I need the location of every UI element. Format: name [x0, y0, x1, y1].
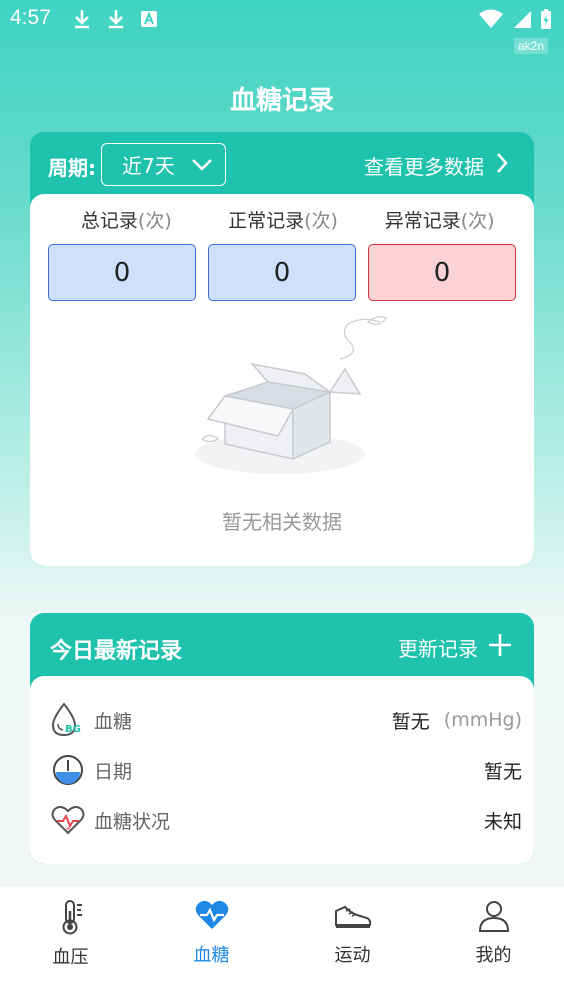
period-dropdown[interactable]: 近7天: [101, 143, 226, 186]
tab-label-blood-glucose: 血糖: [193, 945, 230, 966]
blood-drop-bg-icon: BG: [50, 702, 86, 738]
tab-blood-pressure[interactable]: 血压: [0, 887, 141, 1004]
record-value-glucose: 暂无: [391, 710, 430, 733]
record-label-status: 血糖状况: [94, 810, 171, 833]
heartbeat-icon: [195, 899, 229, 937]
view-more-link[interactable]: 查看更多数据: [364, 151, 508, 180]
sneaker-icon: [333, 899, 373, 937]
tab-mine[interactable]: 我的: [423, 887, 564, 1004]
keyboard-a-icon: [140, 10, 158, 33]
chevron-right-icon: [496, 152, 508, 179]
summary-card-header: 周期: 近7天 查看更多数据: [30, 132, 534, 194]
page-title: 血糖记录: [229, 86, 334, 116]
notification-icons: [72, 8, 158, 35]
record-label-date: 日期: [94, 760, 133, 783]
stat-boxes: 0 0 0: [48, 244, 516, 301]
period-label: 周期:: [48, 156, 96, 180]
bottom-tab-bar: 血压 血糖 运动 我的: [0, 887, 564, 1004]
thermometer-icon: [55, 899, 87, 939]
summary-card: 周期: 近7天 查看更多数据 总记录(次) 正常记录(次) 异常记录(次) 0 …: [30, 132, 534, 566]
record-label-glucose: 血糖: [94, 710, 133, 733]
plus-icon: [488, 633, 512, 662]
clock-icon: [50, 752, 86, 788]
tab-label-exercise: 运动: [334, 945, 371, 966]
today-card: 今日最新记录 更新记录 BG 血糖 暂无 (mmHg) 日期 暂无 血糖状况 未…: [30, 613, 534, 864]
record-row-date: 日期 暂无: [50, 750, 522, 790]
today-card-body: BG 血糖 暂无 (mmHg) 日期 暂无 血糖状况 未知: [30, 676, 534, 864]
tab-label-mine: 我的: [475, 945, 512, 966]
stat-total-value: 0: [48, 244, 196, 301]
battery-charging-icon: [540, 8, 552, 35]
tab-blood-glucose[interactable]: 血糖: [141, 887, 282, 1004]
stat-abnormal-value: 0: [368, 244, 516, 301]
stat-label-total: 总记录(次): [80, 210, 172, 232]
record-unit-glucose: (mmHg): [443, 709, 522, 731]
record-row-status: 血糖状况 未知: [50, 800, 522, 840]
status-bar: 4:57 ak2n: [0, 0, 564, 54]
stat-label-abnormal: 异常记录(次): [384, 210, 495, 232]
wifi-icon: [478, 9, 504, 34]
download-icon: [72, 8, 92, 35]
system-icons: [478, 8, 552, 35]
today-card-header: 今日最新记录 更新记录: [30, 613, 534, 675]
today-card-title: 今日最新记录: [50, 639, 183, 664]
view-more-label: 查看更多数据: [364, 155, 484, 179]
update-record-button[interactable]: 更新记录: [398, 633, 512, 662]
tab-label-blood-pressure: 血压: [52, 947, 89, 968]
period-value: 近7天: [122, 154, 175, 178]
record-row-glucose: BG 血糖 暂无 (mmHg): [50, 700, 522, 740]
svg-text:BG: BG: [65, 724, 81, 735]
download-icon: [106, 8, 126, 35]
stat-labels: 总记录(次) 正常记录(次) 异常记录(次): [48, 206, 518, 233]
record-value-date: 暂无: [483, 760, 522, 783]
summary-card-body: 总记录(次) 正常记录(次) 异常记录(次) 0 0 0 暂无相关数据: [30, 194, 534, 566]
empty-state-text: 暂无相关数据: [222, 510, 342, 534]
user-icon: [477, 899, 511, 937]
empty-box-icon: [190, 314, 390, 488]
heart-pulse-icon: [50, 802, 86, 838]
status-tag: ak2n: [513, 38, 548, 54]
stat-label-normal: 正常记录(次): [228, 210, 338, 232]
update-record-label: 更新记录: [398, 637, 478, 661]
chevron-down-icon: [191, 153, 213, 177]
stat-normal-value: 0: [208, 244, 356, 301]
signal-icon: [512, 9, 532, 34]
tab-exercise[interactable]: 运动: [282, 887, 423, 1004]
record-value-status: 未知: [483, 810, 522, 833]
status-time: 4:57: [10, 6, 51, 29]
